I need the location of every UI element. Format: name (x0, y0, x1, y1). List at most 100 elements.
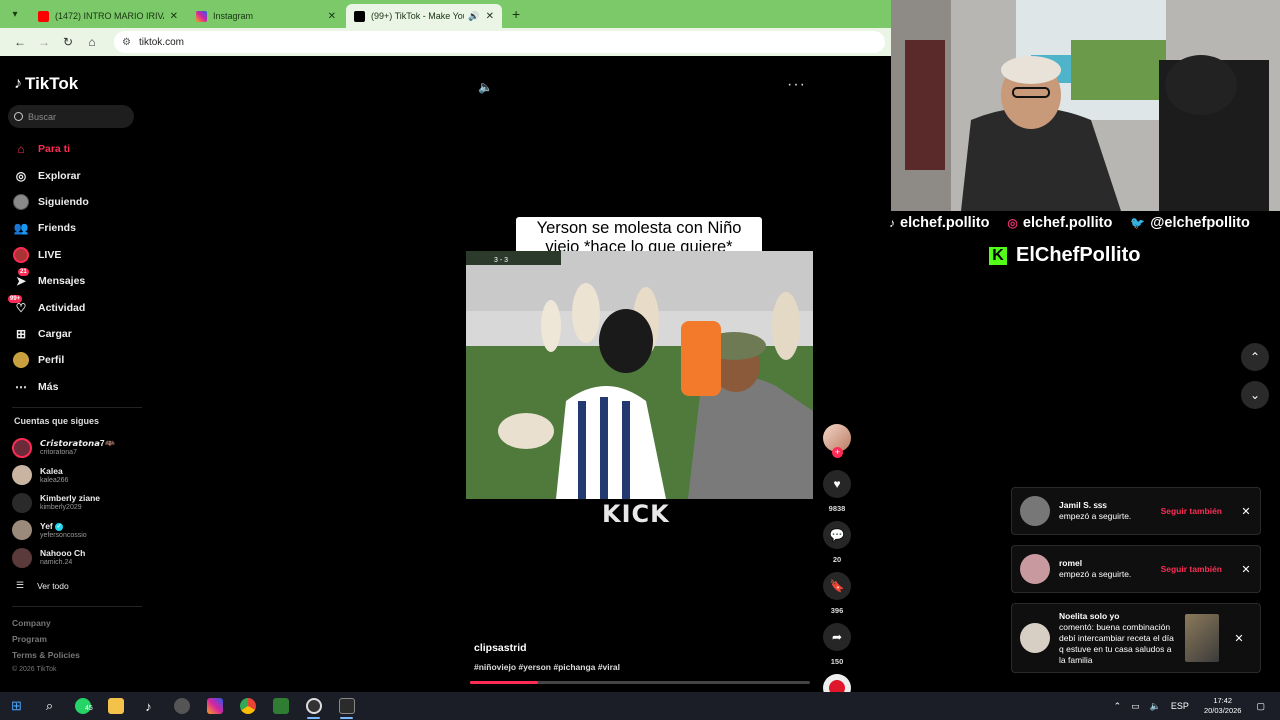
close-tab-icon[interactable]: ✕ (170, 11, 178, 22)
footer-link-company[interactable]: Company (12, 618, 80, 634)
list-item[interactable]: Yef ✓ yefersoncossio (12, 517, 142, 545)
share-button[interactable]: ➦ (823, 623, 851, 651)
tab-search-menu[interactable]: ▾ (6, 5, 24, 23)
avatar (1020, 623, 1050, 653)
previous-video-button[interactable]: ⌃ (1241, 343, 1269, 371)
video-hashtags[interactable]: #niñoviejo #yerson #pichanga #viral (474, 662, 620, 672)
chrome-icon[interactable] (231, 692, 264, 720)
see-all-link[interactable]: ☰ Ver todo (16, 580, 69, 591)
tab-instagram[interactable]: Instagram ✕ (188, 4, 344, 28)
social-tiktok: ♪ elchef.pollito (889, 215, 989, 231)
comment-button[interactable]: 💬 (823, 521, 851, 549)
file-explorer-icon[interactable] (99, 692, 132, 720)
volume-icon[interactable]: 🔈 (478, 80, 493, 94)
footer-link-program[interactable]: Program (12, 634, 80, 650)
sidebar-item-actividad[interactable]: ♡ 99+ Actividad (8, 294, 142, 320)
follow-back-button[interactable]: Seguir también (1161, 506, 1222, 516)
social-handles: ♪ elchef.pollito ◎ elchef.pollito 🐦 @elchef… (889, 214, 1280, 232)
close-icon[interactable]: ✕ (1240, 505, 1252, 518)
sidebar-item-friends[interactable]: 👥 Friends (12, 215, 142, 241)
action-bar: + ♥ 9838 💬 20 🔖 396 ➦ 150 (822, 424, 852, 702)
list-item[interactable]: Kimberly ziane kimberly2029 (12, 489, 142, 517)
notification-comment[interactable]: Noelita solo yo comentó: buena combinació… (1011, 603, 1261, 673)
list-item[interactable]: 𝘾𝙧𝙞𝙨𝙩𝙤𝙧𝙖𝙩𝙤𝙣𝙖7🦇 critoratona7 (12, 434, 142, 462)
sidebar-item-label: Actividad (38, 301, 86, 314)
notification-text: empezó a seguirte. (1059, 511, 1132, 521)
whatsapp-badge: 45 (85, 705, 93, 712)
search-input[interactable]: Buscar (8, 105, 134, 128)
reload-icon[interactable]: ↻ (56, 35, 80, 49)
close-icon[interactable]: ✕ (1233, 632, 1245, 645)
account-name: Kimberly ziane (40, 493, 100, 504)
avatar (1020, 554, 1050, 584)
speaker-icon[interactable]: 🔊 (468, 11, 479, 22)
home-icon[interactable]: ⌂ (80, 35, 104, 49)
list-icon: ☰ (16, 580, 25, 590)
sidebar-item-perfil[interactable]: Perfil (12, 347, 142, 373)
sidebar-item-label: Explorar (38, 169, 81, 182)
messages-icon: ➤ 21 (15, 268, 29, 289)
close-icon[interactable]: ✕ (1240, 563, 1252, 576)
footer: Company Program Terms & Policies © 2026 … (12, 618, 80, 682)
list-item[interactable]: Kalea kalea266 (12, 462, 142, 490)
new-tab-button[interactable]: + (512, 6, 520, 22)
webcam-feed (891, 0, 1280, 211)
tab-tiktok[interactable]: (99+) TikTok - Make Your Day 🔊 ✕ (346, 4, 502, 28)
save-count: 396 (830, 606, 844, 615)
account-user: kalea266 (40, 476, 69, 484)
app-icon[interactable] (165, 692, 198, 720)
chevron-up-icon[interactable]: ⌃ (1114, 701, 1122, 712)
comment-video-thumbnail[interactable] (1185, 614, 1219, 662)
obs-icon[interactable] (297, 692, 330, 720)
like-button[interactable]: ♥ (823, 470, 851, 498)
tab-title: Instagram (213, 11, 254, 21)
close-tab-icon[interactable]: ✕ (328, 11, 336, 22)
tiktok-app-icon[interactable]: ♪ (132, 692, 165, 720)
creator-avatar[interactable]: + (823, 424, 851, 458)
tab-youtube[interactable]: (1472) INTRO MARIO IRIVARREN ✕ (30, 4, 186, 28)
sidebar-item-mensajes[interactable]: ➤ 21 Mensajes (12, 268, 142, 294)
account-user: critoratona7 (40, 449, 77, 457)
close-tab-icon[interactable]: ✕ (486, 11, 494, 22)
footer-link-terms[interactable]: Terms & Policies (12, 650, 80, 666)
clock-date: 20/03/2026 (1203, 706, 1242, 715)
notifications-icon[interactable]: ▢ (1256, 701, 1265, 712)
sidebar-item-mas[interactable]: ⋯ Más (12, 374, 142, 400)
video-author[interactable]: clipsastrid (474, 642, 527, 654)
tiktok-logo[interactable]: ♪ TikTok (14, 74, 78, 94)
epic-games-icon[interactable] (330, 692, 363, 720)
taskbar-search-icon[interactable]: ⌕ (33, 692, 66, 720)
sidebar-item-siguiendo[interactable]: Siguiendo (12, 189, 142, 215)
app-icon[interactable] (264, 692, 297, 720)
video-frame[interactable]: 3 - 3 (466, 251, 813, 499)
back-icon[interactable]: ← (8, 35, 32, 49)
verified-icon: ✓ (55, 522, 64, 531)
save-button[interactable]: 🔖 (823, 572, 851, 600)
notification-follow[interactable]: romel empezó a seguirte. Seguir también ✕ (1011, 545, 1261, 593)
next-video-button[interactable]: ⌄ (1241, 381, 1269, 409)
speaker-icon[interactable]: 🔈 (1150, 701, 1161, 712)
notification-name: Noelita solo yo (1059, 610, 1120, 621)
share-count: 150 (830, 657, 844, 666)
instagram-app-icon[interactable] (198, 692, 231, 720)
system-tray: ⌃ ▭ 🔈 ESP 17:42 20/03/2026 ▢ (1109, 692, 1270, 720)
site-settings-icon[interactable]: ⚙ (122, 37, 131, 48)
sidebar-item-cargar[interactable]: ⊞ Cargar (12, 321, 142, 347)
sidebar-item-explorar[interactable]: ◎ Explorar (12, 162, 142, 188)
url-input[interactable]: ⚙ tiktok.com (114, 31, 885, 53)
list-item[interactable]: Nahooo Ch namich.24 (12, 544, 142, 572)
network-icon[interactable]: ▭ (1131, 701, 1140, 712)
sidebar-item-live[interactable]: LIVE (12, 242, 142, 268)
clock[interactable]: 17:42 20/03/2026 (1204, 696, 1242, 716)
sidebar-item-label: Más (38, 380, 59, 393)
follow-plus-icon[interactable]: + (832, 447, 843, 458)
whatsapp-icon[interactable]: 45 (66, 692, 99, 720)
language-indicator[interactable]: ESP (1171, 701, 1189, 711)
start-button[interactable]: ⊞ (0, 692, 33, 720)
more-options-icon[interactable]: ··· (787, 76, 806, 94)
follow-back-button[interactable]: Seguir también (1161, 564, 1222, 574)
video-progress-bar[interactable] (470, 681, 810, 684)
sidebar-item-para-ti[interactable]: ⌂ Para ti (12, 136, 142, 162)
notification-follow[interactable]: Jamil S. ꜱꜱꜱ empezó a seguirte. Seguir ta… (1011, 487, 1261, 535)
forward-icon[interactable]: → (32, 35, 56, 49)
